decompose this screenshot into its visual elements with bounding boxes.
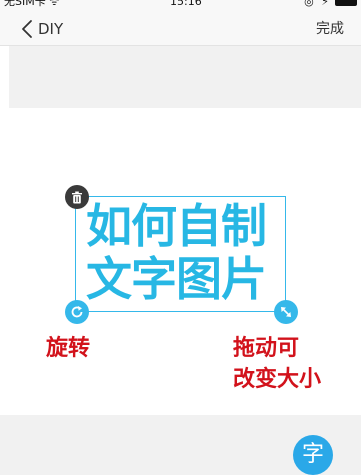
rotate-annotation: 旋转 <box>46 336 91 361</box>
sticker-text-line-2: 文字图片 <box>86 252 267 306</box>
status-icons: ◎ ⚡ <box>304 0 331 8</box>
navigation-bar: DIY 完成 <box>0 12 361 46</box>
text-sticker[interactable]: 如何自制 文字图片 <box>75 196 286 312</box>
sticker-text-line-1: 如何自制 <box>86 199 267 253</box>
carrier-text: 无SIM卡 ᯤ <box>4 0 60 8</box>
text-tool-button[interactable]: 字 <box>293 435 333 475</box>
rotate-handle[interactable] <box>65 300 89 324</box>
back-button[interactable]: DIY <box>20 16 63 42</box>
rotate-icon <box>71 306 83 318</box>
trash-icon <box>72 191 82 203</box>
drag-annotation-line-2: 改变大小 <box>233 367 322 392</box>
done-button[interactable]: 完成 <box>316 16 344 42</box>
chevron-left-icon <box>22 20 32 38</box>
clock-text: 15:16 <box>170 0 202 8</box>
drag-annotation-line-1: 拖动可 <box>233 336 300 361</box>
back-button-label: DIY <box>38 20 64 38</box>
delete-handle[interactable] <box>65 185 89 209</box>
toolbar-placeholder-band <box>9 46 361 108</box>
resize-arrows-icon <box>281 307 291 317</box>
status-bar: 无SIM卡 ᯤ 15:16 ◎ ⚡ <box>0 0 361 12</box>
resize-handle[interactable] <box>274 300 298 324</box>
battery-icon <box>335 0 357 6</box>
